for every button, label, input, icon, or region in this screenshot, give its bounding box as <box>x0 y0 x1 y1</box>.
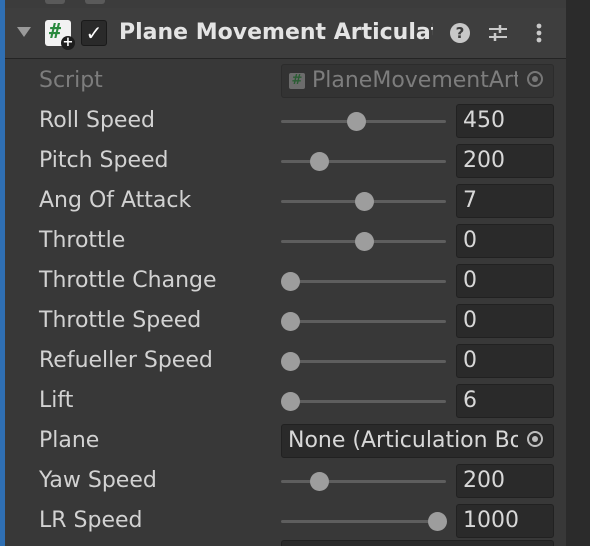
field-label: Pitch Speed <box>39 148 169 173</box>
script-row: Script # PlaneMovementArticulation <box>0 61 566 101</box>
slider-track[interactable] <box>281 152 446 171</box>
slider-track[interactable] <box>281 352 446 371</box>
number-field[interactable]: 200 <box>456 464 554 498</box>
number-field[interactable]: 0 <box>456 304 554 338</box>
slider-thumb[interactable] <box>354 192 374 211</box>
scrollbar-gutter[interactable] <box>566 0 590 546</box>
slider-track[interactable] <box>281 232 446 251</box>
component-enabled-checkbox[interactable]: ✓ <box>81 20 107 46</box>
number-field[interactable]: 0 <box>456 264 554 298</box>
field-row-pitch-speed: Pitch Speed 200 <box>0 141 566 181</box>
script-label: Script <box>39 68 103 93</box>
field-label: Plane <box>39 428 100 453</box>
field-row-lr-speed: LR Speed 1000 <box>0 501 566 541</box>
field-row-plane: Plane None (Articulation Body) <box>0 421 566 461</box>
previous-component-edge <box>5 0 566 8</box>
plane-value: None (Articulation Body) <box>288 428 518 453</box>
slider-thumb[interactable] <box>354 232 374 251</box>
help-icon[interactable]: ? <box>447 20 473 46</box>
slider-track[interactable] <box>281 392 446 411</box>
slider-track[interactable] <box>281 472 446 491</box>
number-field[interactable]: 450 <box>456 104 554 138</box>
slider-thumb[interactable] <box>310 152 330 171</box>
slider-thumb[interactable] <box>281 392 300 411</box>
script-object-field: # PlaneMovementArticulation <box>281 64 554 98</box>
number-field[interactable]: 7 <box>456 184 554 218</box>
slider-track[interactable] <box>281 192 446 211</box>
field-row-throttle: Throttle 0 <box>0 221 566 261</box>
slider-thumb[interactable] <box>310 472 330 491</box>
next-field-edge <box>281 540 554 546</box>
slider-track[interactable] <box>281 312 446 331</box>
plane-object-field[interactable]: None (Articulation Body) <box>281 424 554 458</box>
field-row-refueller-speed: Refueller Speed 0 <box>0 341 566 381</box>
field-label: Ang Of Attack <box>39 188 192 213</box>
number-field[interactable]: 6 <box>456 384 554 418</box>
slider-track[interactable] <box>281 112 446 131</box>
field-label: Throttle Change <box>39 268 217 293</box>
object-picker-button[interactable] <box>519 425 553 457</box>
sliders-icon[interactable] <box>485 20 511 46</box>
slider-track[interactable] <box>281 512 447 531</box>
field-label: Yaw Speed <box>39 468 157 493</box>
component-header[interactable]: #+ ✓ Plane Movement Articulation ? <box>5 8 566 59</box>
slider-thumb[interactable] <box>281 352 300 371</box>
field-label: LR Speed <box>39 508 143 533</box>
previous-component-icon <box>45 0 65 4</box>
field-label: Throttle <box>39 228 126 253</box>
number-field[interactable]: 0 <box>456 344 554 378</box>
field-row-roll-speed: Roll Speed 450 <box>0 101 566 141</box>
previous-component-toggle <box>85 0 105 4</box>
field-label: Throttle Speed <box>39 308 202 333</box>
number-field[interactable]: 1000 <box>456 504 554 538</box>
csharp-script-icon: # + <box>45 19 75 50</box>
slider-track[interactable] <box>281 272 446 291</box>
field-row-throttle-change: Throttle Change 0 <box>0 261 566 301</box>
field-label: Lift <box>39 388 74 413</box>
field-row-ang-of-attack: Ang Of Attack 7 <box>0 181 566 221</box>
slider-thumb[interactable] <box>281 272 300 291</box>
object-picker-icon <box>527 431 543 447</box>
component-title: Plane Movement Articulation <box>119 20 433 45</box>
number-field[interactable]: 200 <box>456 144 554 178</box>
kebab-menu-icon[interactable] <box>526 20 552 46</box>
field-row-yaw-speed: Yaw Speed 200 <box>0 461 566 501</box>
number-field[interactable]: 0 <box>456 224 554 258</box>
script-file-icon: # <box>289 73 305 89</box>
field-label: Refueller Speed <box>39 348 213 373</box>
slider-thumb[interactable] <box>281 312 300 331</box>
object-picker-icon <box>527 71 543 87</box>
foldout-arrow-icon[interactable] <box>17 27 31 37</box>
field-row-throttle-speed: Throttle Speed 0 <box>0 301 566 341</box>
field-label: Roll Speed <box>39 108 155 133</box>
field-row-lift: Lift 6 <box>0 381 566 421</box>
script-value: PlaneMovementArticulation <box>312 68 518 93</box>
slider-thumb[interactable] <box>347 112 367 131</box>
object-picker-button <box>519 65 553 97</box>
slider-thumb[interactable] <box>428 512 447 531</box>
